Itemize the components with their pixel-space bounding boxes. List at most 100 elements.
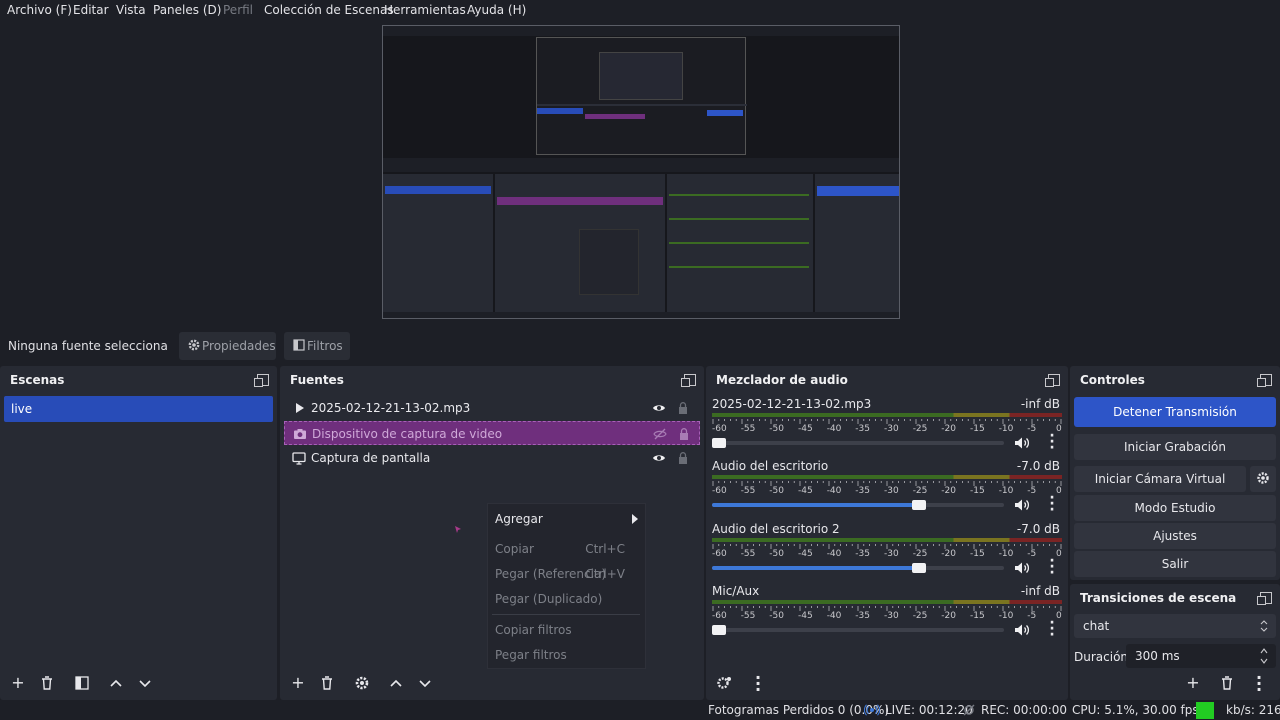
source-item-screen-capture[interactable]: Captura de pantalla: [284, 446, 700, 470]
volume-slider[interactable]: [712, 500, 1004, 510]
stop-streaming-button[interactable]: Detener Transmisión: [1074, 397, 1276, 427]
move-up-icon[interactable]: [105, 672, 127, 694]
menu-item-pegar-duplicado[interactable]: Pegar (Duplicado): [495, 592, 602, 606]
gear-icon: [188, 339, 200, 351]
menu-herramientas[interactable]: Herramientas: [384, 3, 466, 17]
lock-icon[interactable]: [676, 401, 690, 415]
menu-vista[interactable]: Vista: [116, 3, 146, 17]
undock-icon[interactable]: [1257, 374, 1272, 387]
scene-filters-icon[interactable]: [71, 672, 93, 694]
transition-menu-dots-icon[interactable]: · · ·: [1248, 670, 1270, 698]
properties-bar: Ninguna fuente selecciona Propiedades Fi…: [0, 330, 1280, 362]
studio-mode-button[interactable]: Modo Estudio: [1074, 495, 1276, 521]
undock-icon[interactable]: [254, 374, 269, 387]
move-down-icon[interactable]: [134, 672, 156, 694]
menu-coleccion-escenas[interactable]: Colección de Escenas: [264, 3, 394, 17]
scene-item-live[interactable]: live: [4, 396, 273, 422]
add-scene-icon[interactable]: +: [7, 672, 29, 694]
submenu-arrow-icon: [632, 514, 638, 524]
play-icon: [296, 403, 304, 413]
start-recording-button[interactable]: Iniciar Grabación: [1074, 434, 1276, 460]
settings-button[interactable]: Ajustes: [1074, 523, 1276, 549]
speaker-icon[interactable]: [1014, 561, 1030, 575]
menu-item-copiar-filtros[interactable]: Copiar filtros: [495, 623, 572, 637]
meter-tick-label: -5: [1027, 424, 1037, 434]
volume-handle[interactable]: [912, 500, 926, 510]
eye-icon[interactable]: [652, 401, 666, 415]
meter-tick-label: -30: [884, 486, 899, 496]
menu-item-copiar[interactable]: Copiar: [495, 542, 534, 556]
source-item-video-capture[interactable]: Dispositivo de captura de video: [284, 421, 700, 445]
menu-ayuda[interactable]: Ayuda (H): [467, 3, 526, 17]
meter-tick-label: -10: [998, 486, 1014, 496]
filters-button[interactable]: Filtros: [284, 332, 350, 360]
volume-slider[interactable]: [712, 625, 1004, 635]
meter-tick-label: -60: [712, 549, 727, 559]
monitor-icon: [292, 452, 306, 465]
menu-item-pegar-filtros[interactable]: Pegar filtros: [495, 648, 567, 662]
volume-slider[interactable]: [712, 438, 1004, 448]
channel-db: -7.0 dB: [1016, 522, 1060, 536]
eye-hidden-icon[interactable]: [653, 427, 667, 441]
camera-icon: [294, 429, 306, 439]
undock-icon[interactable]: [681, 374, 696, 387]
properties-button[interactable]: Propiedades: [179, 332, 276, 360]
no-source-selected-label: Ninguna fuente selecciona: [8, 339, 168, 353]
preview-meter-4: [669, 266, 809, 268]
meter-tick-label: -5: [1027, 549, 1037, 559]
connection-status-indicator: [1196, 702, 1214, 719]
lock-icon[interactable]: [676, 451, 690, 465]
volume-handle[interactable]: [712, 625, 726, 635]
trash-icon[interactable]: [36, 672, 58, 694]
preview-stop-button: [817, 186, 899, 196]
meter-tick-label: -30: [884, 549, 899, 559]
channel-menu-dots-icon[interactable]: · · ·: [1044, 429, 1060, 455]
speaker-icon[interactable]: [1014, 436, 1030, 450]
source-properties-gear-icon[interactable]: [351, 672, 373, 694]
meter-tick-label: -50: [769, 549, 784, 559]
spin-arrows-icon[interactable]: [1260, 646, 1268, 666]
meter-tick-label: -35: [855, 549, 870, 559]
preview-nested-source: [585, 114, 645, 119]
scene-transitions-dock: Transiciones de escena + · · ·: [1070, 584, 1280, 700]
meter-tick-label: -30: [884, 424, 899, 434]
channel-menu-dots-icon[interactable]: · · ·: [1044, 491, 1060, 517]
menu-perfil[interactable]: Perfil: [223, 3, 253, 17]
program-preview[interactable]: [382, 25, 900, 319]
meter-tick-label: -35: [855, 611, 870, 621]
menu-paneles[interactable]: Paneles (D): [153, 3, 221, 17]
menu-item-agregar[interactable]: Agregar: [495, 512, 543, 526]
add-transition-icon[interactable]: +: [1182, 672, 1204, 694]
move-up-icon[interactable]: [385, 672, 407, 694]
lock-icon[interactable]: [677, 427, 691, 441]
mixer-menu-dots-icon[interactable]: · · ·: [747, 670, 769, 698]
virtual-camera-settings-button[interactable]: [1250, 466, 1276, 492]
undock-icon[interactable]: [1257, 592, 1272, 605]
speaker-icon[interactable]: [1014, 498, 1030, 512]
menu-archivo[interactable]: Archivo (F): [7, 3, 72, 17]
duration-spinbox[interactable]: 300 ms: [1126, 644, 1276, 668]
start-virtual-camera-button[interactable]: Iniciar Cámara Virtual: [1074, 466, 1246, 492]
meter-tick-label: -40: [826, 486, 842, 496]
trash-icon[interactable]: [316, 672, 338, 694]
sources-context-menu: Agregar Copiar Ctrl+C Pegar (Referencia)…: [487, 503, 646, 669]
channel-menu-dots-icon[interactable]: · · ·: [1044, 616, 1060, 642]
volume-slider[interactable]: [712, 563, 1004, 573]
preview-meter-3: [669, 242, 809, 244]
undock-icon[interactable]: [1045, 374, 1060, 387]
mouse-cursor: [455, 522, 461, 533]
move-down-icon[interactable]: [414, 672, 436, 694]
speaker-icon[interactable]: [1014, 623, 1030, 637]
exit-button[interactable]: Salir: [1074, 551, 1276, 577]
volume-handle[interactable]: [912, 563, 926, 573]
advanced-audio-gear-icon[interactable]: [713, 672, 735, 694]
source-item-mp3[interactable]: 2025-02-12-21-13-02.mp3: [284, 396, 700, 420]
transition-select[interactable]: chat: [1074, 614, 1276, 638]
channel-menu-dots-icon[interactable]: · · ·: [1044, 554, 1060, 580]
volume-handle[interactable]: [712, 438, 726, 448]
eye-icon[interactable]: [652, 451, 666, 465]
menu-editar[interactable]: Editar: [73, 3, 109, 17]
source-label: Dispositivo de captura de video: [312, 427, 503, 441]
trash-icon[interactable]: [1216, 672, 1238, 694]
add-source-icon[interactable]: +: [287, 672, 309, 694]
